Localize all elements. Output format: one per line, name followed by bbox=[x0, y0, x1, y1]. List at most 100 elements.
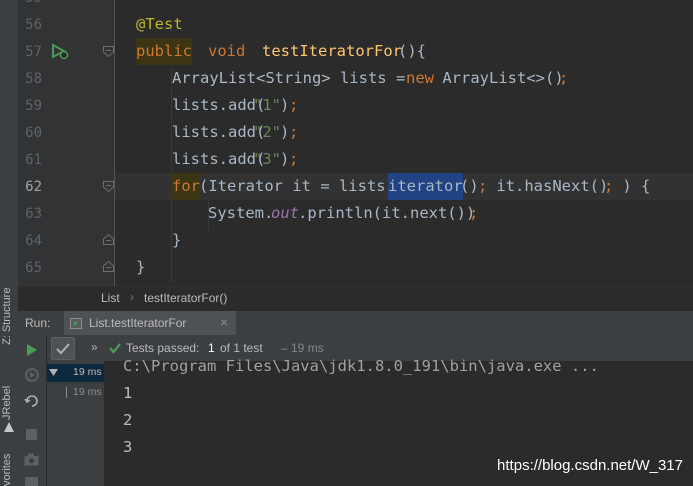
code-text: .println(it.next()) bbox=[298, 204, 476, 222]
code-text: ArrayList<String> lists = bbox=[172, 69, 415, 87]
annotation-text: @Test bbox=[136, 15, 183, 33]
field-out: out bbox=[271, 204, 299, 222]
code-text: ) bbox=[280, 123, 290, 141]
line-number: 55 bbox=[18, 0, 42, 6]
code-text: lists.add( bbox=[172, 150, 266, 168]
tests-passed-count: 1 bbox=[208, 341, 215, 355]
code-text: } bbox=[172, 231, 182, 249]
semicolon: ; bbox=[604, 177, 614, 195]
code-text: lists.add( bbox=[172, 123, 266, 141]
tests-passed-label: Tests passed: bbox=[126, 341, 200, 355]
run-test-gutter-icon[interactable] bbox=[50, 41, 70, 61]
line-number: 65 bbox=[25, 260, 42, 276]
camera-icon[interactable] bbox=[24, 453, 39, 466]
line-number: 58 bbox=[25, 71, 42, 87]
semicolon: ; bbox=[289, 96, 299, 114]
toggle-auto-test-icon[interactable] bbox=[24, 393, 40, 409]
line-number: 61 bbox=[25, 152, 42, 168]
settings-icon[interactable] bbox=[25, 477, 38, 486]
rerun-failed-icon[interactable] bbox=[24, 367, 40, 383]
run-panel-header: Run: List.testIteratorFor × bbox=[18, 310, 693, 336]
code-text: ArrayList<>() bbox=[433, 69, 564, 87]
console-output-line: 2 bbox=[123, 411, 133, 429]
check-icon bbox=[56, 343, 70, 355]
fold-marker-icon[interactable] bbox=[103, 181, 114, 192]
code-text: () bbox=[460, 177, 479, 195]
keyword-public: public bbox=[136, 38, 192, 65]
code-line-63: System. out .println(it.next()) ; bbox=[115, 200, 693, 227]
semicolon: ; bbox=[559, 69, 569, 87]
code-text: lists.add( bbox=[172, 96, 266, 114]
semicolon: ; bbox=[478, 177, 488, 195]
line-number: 59 bbox=[25, 98, 42, 114]
test-passed-icon bbox=[109, 343, 121, 354]
code-line-64: } bbox=[115, 227, 693, 254]
test-tree-item[interactable]: 19 ms bbox=[47, 384, 104, 402]
watermark-text: https://blog.csdn.net/W_317 bbox=[497, 457, 683, 474]
string-literal: "2" bbox=[253, 123, 281, 141]
left-tool-strip: Z: Structure JRebel vorites bbox=[0, 0, 19, 486]
tests-total-label: of 1 test bbox=[220, 341, 263, 355]
fold-end-marker-icon[interactable] bbox=[103, 234, 114, 245]
line-number: 57 bbox=[25, 44, 42, 60]
code-line-59: lists.add( "1" ) ; bbox=[115, 92, 693, 119]
code-line-60: lists.add( "2" ) ; bbox=[115, 119, 693, 146]
semicolon: ; bbox=[289, 150, 299, 168]
jrebel-tool-tab[interactable]: JRebel bbox=[1, 380, 17, 420]
code-editor[interactable]: @Test public void testIteratorFor (){ Ar… bbox=[115, 0, 693, 286]
fold-marker-icon[interactable] bbox=[103, 46, 114, 57]
test-run-config-icon bbox=[70, 318, 82, 329]
show-passed-toggle[interactable] bbox=[51, 337, 75, 360]
line-number: 56 bbox=[25, 17, 42, 33]
console-command-line: C:\Program Files\Java\jdk1.8.0_191\bin\j… bbox=[123, 357, 599, 375]
keyword-void: void bbox=[208, 42, 246, 60]
console-output-line: 1 bbox=[123, 384, 133, 402]
run-tab[interactable]: List.testIteratorFor × bbox=[64, 311, 236, 336]
semicolon: ; bbox=[469, 204, 479, 222]
code-text: ) bbox=[280, 150, 290, 168]
fold-end-marker-icon[interactable] bbox=[103, 261, 114, 272]
code-line-56: @Test bbox=[115, 11, 693, 38]
breadcrumb-item-method[interactable]: testIteratorFor() bbox=[144, 291, 227, 305]
breadcrumb-item-class[interactable]: List bbox=[101, 291, 120, 305]
highlighted-identifier: iterator bbox=[388, 173, 463, 200]
breadcrumb: List › testIteratorFor() bbox=[18, 286, 693, 311]
code-line-61: lists.add( "3" ) ; bbox=[115, 146, 693, 173]
expand-arrow-icon[interactable] bbox=[49, 369, 58, 377]
run-tab-label: List.testIteratorFor bbox=[89, 316, 187, 330]
structure-tool-tab[interactable]: Z: Structure bbox=[1, 283, 17, 345]
code-line-58: ArrayList<String> lists = new ArrayList<… bbox=[115, 65, 693, 92]
line-number: 64 bbox=[25, 233, 42, 249]
tests-duration: – 19 ms bbox=[281, 341, 324, 355]
line-number-current: 62 bbox=[25, 179, 42, 195]
code-text: ) { bbox=[613, 177, 651, 195]
string-literal: "3" bbox=[253, 150, 281, 168]
code-text: ) bbox=[280, 96, 290, 114]
line-number: 63 bbox=[25, 206, 42, 222]
close-tab-icon[interactable]: × bbox=[220, 314, 228, 330]
keyword-for: for bbox=[172, 173, 200, 200]
line-number: 60 bbox=[25, 125, 42, 141]
code-line-65: } bbox=[115, 254, 693, 281]
favorites-tool-tab[interactable]: vorites bbox=[1, 445, 17, 486]
code-line-62: for (Iterator it = lists. iterator () ; … bbox=[115, 173, 693, 200]
semicolon: ; bbox=[289, 123, 299, 141]
breadcrumb-separator: › bbox=[130, 290, 134, 304]
code-text: it.hasNext() bbox=[487, 177, 609, 195]
code-text: } bbox=[136, 258, 146, 276]
editor-gutter: 55 56 57 58 59 60 61 62 63 64 65 bbox=[18, 0, 115, 286]
code-text: System. bbox=[208, 204, 274, 222]
jrebel-icon bbox=[4, 422, 14, 432]
stop-icon[interactable] bbox=[26, 429, 37, 440]
console-output-line: 3 bbox=[123, 438, 133, 456]
run-label: Run: bbox=[25, 316, 51, 330]
more-actions-icon[interactable]: » bbox=[91, 340, 98, 354]
rerun-icon[interactable] bbox=[26, 343, 38, 357]
method-name: testIteratorFor bbox=[262, 42, 402, 60]
test-tree-root[interactable]: 19 ms bbox=[47, 364, 104, 382]
test-item-time: 19 ms bbox=[73, 386, 102, 398]
code-line-57: public void testIteratorFor (){ bbox=[115, 38, 693, 65]
string-literal: "1" bbox=[253, 96, 281, 114]
code-text: (){ bbox=[398, 42, 426, 60]
test-results-tree: 19 ms 19 ms bbox=[47, 361, 105, 486]
